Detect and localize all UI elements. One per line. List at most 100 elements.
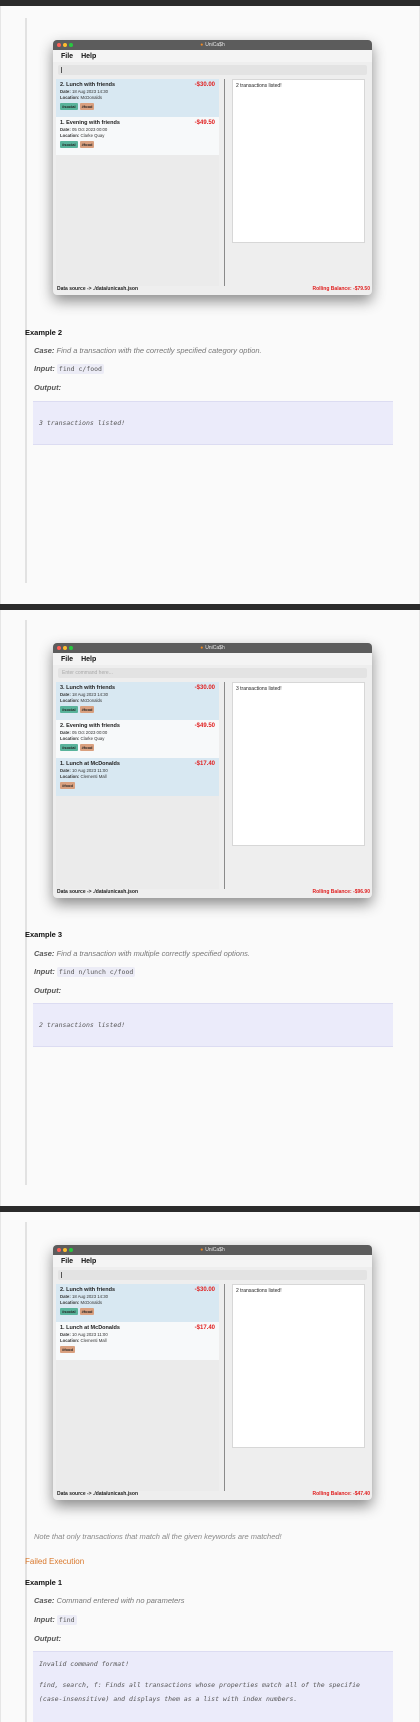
- output-text-line: Invalid command format!: [39, 1660, 130, 1668]
- location-label: Location:: [60, 1338, 80, 1343]
- text-caret: [61, 67, 62, 73]
- title-bar: ● UniCa$h: [53, 643, 372, 653]
- transaction-list[interactable]: 2. Lunch with friends -$30.00 Date: 18 A…: [56, 1284, 219, 1491]
- transaction-card[interactable]: 2. Lunch with friends -$30.00 Date: 18 A…: [56, 79, 219, 117]
- transaction-amount: -$49.50: [194, 120, 215, 126]
- input-label: Input:: [34, 1615, 55, 1624]
- location-label: Location:: [60, 133, 80, 138]
- app-window: ● UniCa$h File Help 2. Lunch with friends…: [53, 1245, 372, 1500]
- output-block: 2 transactions listed!: [33, 1003, 393, 1047]
- case-label: Case:: [34, 346, 55, 355]
- rolling-balance: Rolling Balance: -$96.90: [312, 889, 370, 895]
- transaction-card[interactable]: 1. Lunch at McDonalds -$17.40 Date: 10 A…: [56, 1322, 219, 1360]
- output-label: Output:: [34, 986, 62, 995]
- command-input[interactable]: [58, 1270, 367, 1280]
- location-label: Location:: [60, 1300, 80, 1305]
- output-label: Output:: [34, 1634, 62, 1643]
- date-label: Date:: [60, 768, 71, 773]
- transaction-card[interactable]: 1. Lunch at McDonalds -$17.40 Date: 10 A…: [56, 758, 219, 796]
- transaction-location: McDonalds: [80, 95, 103, 100]
- case-label: Case:: [34, 949, 55, 958]
- transaction-card[interactable]: 3. Lunch with friends -$30.00 Date: 18 A…: [56, 682, 219, 720]
- category-tag: #food: [79, 141, 95, 148]
- example-heading: Example 1: [25, 1578, 63, 1587]
- transaction-date: 10 Aug 2023 11:00: [71, 1332, 108, 1337]
- date-label: Date:: [60, 1294, 71, 1299]
- output-text: 3 transactions listed!: [39, 419, 126, 427]
- menu-help[interactable]: Help: [81, 53, 96, 60]
- transaction-date: 05 Oct 2023 00:00: [71, 127, 108, 132]
- category-tag: #social: [60, 744, 78, 751]
- failed-execution-heading: Failed Execution: [25, 1557, 85, 1566]
- result-display: 2 transactions listed!: [232, 1284, 365, 1448]
- case-text: Find a transaction with multiple correct…: [56, 949, 250, 958]
- command-input[interactable]: Enter command here...: [58, 668, 367, 678]
- transaction-card[interactable]: 2. Lunch with friends -$30.00 Date: 18 A…: [56, 1284, 219, 1322]
- transaction-name: 2. Lunch with friends: [60, 1287, 116, 1293]
- input-code: find: [56, 1615, 77, 1625]
- transaction-location: Clementi Mall: [80, 1338, 107, 1343]
- split-divider[interactable]: [224, 1284, 225, 1491]
- split-divider[interactable]: [224, 79, 225, 286]
- location-label: Location:: [60, 698, 80, 703]
- transaction-card[interactable]: 1. Evening with friends -$49.50 Date: 05…: [56, 117, 219, 155]
- menu-file[interactable]: File: [61, 656, 73, 663]
- location-label: Location:: [60, 774, 80, 779]
- doc-left-rule: [25, 18, 27, 583]
- transaction-amount: -$17.40: [194, 761, 215, 767]
- category-tag: #food: [79, 103, 95, 110]
- transaction-card[interactable]: 2. Evening with friends -$49.50 Date: 05…: [56, 720, 219, 758]
- menu-help[interactable]: Help: [81, 1258, 96, 1265]
- category-tag: #food: [60, 782, 75, 789]
- category-tag: #food: [79, 1308, 95, 1315]
- location-label: Location:: [60, 736, 80, 741]
- split-divider[interactable]: [224, 682, 225, 889]
- app-logo-icon: ●: [200, 42, 204, 48]
- case-label: Case:: [34, 1596, 55, 1605]
- transaction-name: 2. Evening with friends: [60, 723, 120, 729]
- output-block: Invalid command format! find, search, f:…: [33, 1651, 393, 1722]
- text-caret: [61, 1272, 62, 1278]
- input-code: find c/food: [56, 364, 104, 374]
- transaction-amount: -$30.00: [194, 685, 215, 691]
- transaction-location: Clarke Quay: [80, 736, 105, 741]
- menu-help[interactable]: Help: [81, 656, 96, 663]
- transaction-amount: -$30.00: [194, 82, 215, 88]
- input-label: Input:: [34, 364, 55, 373]
- output-text-line: find, search, f: Finds all transactions …: [39, 1681, 360, 1689]
- menu-file[interactable]: File: [61, 1258, 73, 1265]
- command-input[interactable]: [58, 65, 367, 75]
- transaction-name: 1. Lunch at McDonalds: [60, 761, 120, 767]
- transaction-location: McDonalds: [80, 698, 103, 703]
- output-label: Output:: [34, 383, 62, 392]
- transaction-amount: -$49.50: [194, 723, 215, 729]
- rolling-balance: Rolling Balance: -$47.40: [312, 1491, 370, 1497]
- app-logo-icon: ●: [200, 645, 204, 651]
- date-label: Date:: [60, 127, 71, 132]
- transaction-date: 10 Aug 2023 11:00: [71, 768, 108, 773]
- category-tag: #social: [60, 103, 78, 110]
- transaction-list[interactable]: 2. Lunch with friends -$30.00 Date: 18 A…: [56, 79, 219, 286]
- status-bar: Data source -> ./data/unicash.json Rolli…: [53, 886, 372, 898]
- category-tag: #social: [60, 706, 78, 713]
- category-tag: #social: [60, 1308, 78, 1315]
- transaction-location: McDonalds: [80, 1300, 103, 1305]
- result-display: 3 transactions listed!: [232, 682, 365, 846]
- doc-left-rule: [25, 1222, 27, 1722]
- date-label: Date:: [60, 89, 71, 94]
- transaction-name: 2. Lunch with friends: [60, 82, 116, 88]
- data-source-path: Data source -> ./data/unicash.json: [57, 1491, 138, 1497]
- menu-file[interactable]: File: [61, 53, 73, 60]
- title-bar: ● UniCa$h: [53, 40, 372, 50]
- transaction-amount: -$30.00: [194, 1287, 215, 1293]
- transaction-list[interactable]: 3. Lunch with friends -$30.00 Date: 18 A…: [56, 682, 219, 889]
- example-heading: Example 2: [25, 328, 63, 337]
- app-window: ● UniCa$h File Help 2. Lunch with friends…: [53, 40, 372, 295]
- transaction-date: 18 Aug 2023 14:30: [71, 89, 109, 94]
- window-title: UniCa$h: [205, 42, 225, 48]
- menu-bar: File Help: [53, 653, 372, 665]
- doc-left-rule: [25, 620, 27, 1185]
- transaction-name: 1. Evening with friends: [60, 120, 120, 126]
- input-code: find n/lunch c/food: [56, 967, 136, 977]
- app-window: ● UniCa$h File Help Enter command here...…: [53, 643, 372, 898]
